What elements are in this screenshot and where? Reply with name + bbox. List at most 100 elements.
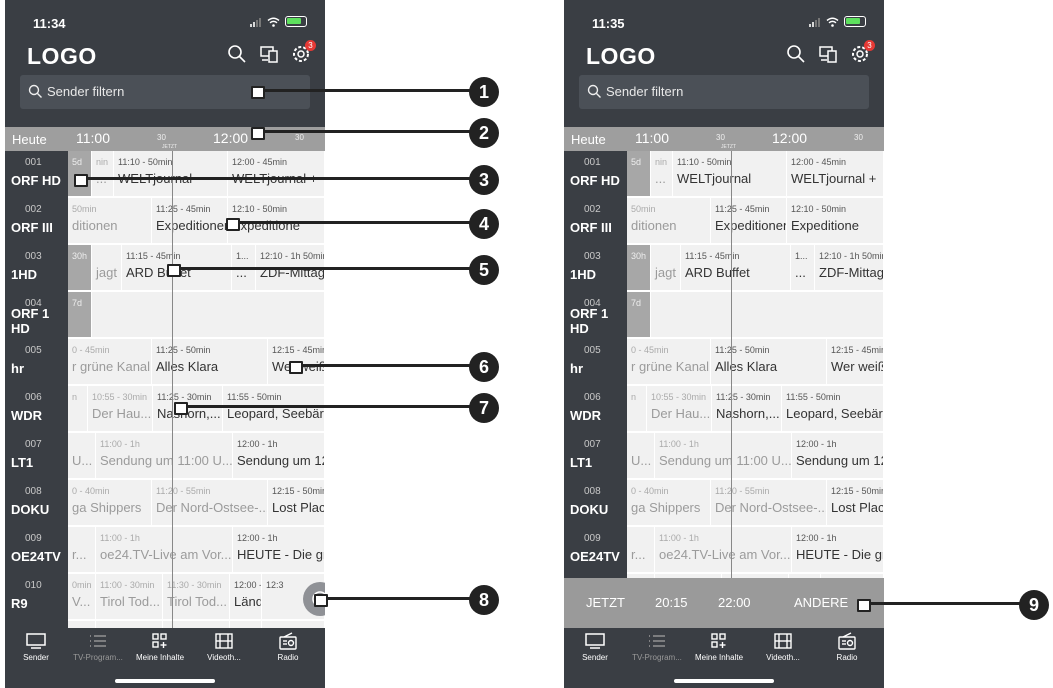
tab-meine-inhalte[interactable]: Meine Inhalte xyxy=(129,632,191,662)
program-cell[interactable]: 11:15 - 45min ARD Buffet xyxy=(681,245,791,291)
channel-item[interactable]: 010R9 xyxy=(5,574,68,621)
channel-item[interactable]: 009 OE24TV xyxy=(5,527,68,574)
tab-meine-inhalte[interactable]: Meine Inhalte xyxy=(688,632,750,662)
program-cell[interactable]: 11:30 - 30min xyxy=(163,621,230,628)
program-cell[interactable]: n xyxy=(627,386,647,432)
channel-item[interactable]: 005 hr xyxy=(5,339,68,386)
program-cell[interactable]: 0min V... xyxy=(68,574,96,620)
settings-gear-icon[interactable]: 3 xyxy=(291,40,316,64)
channel-item[interactable]: 004 ORF 1 HD xyxy=(5,292,68,339)
program-cell[interactable]: 11:00 - 30min xyxy=(96,621,163,628)
day-label-right[interactable]: Heute xyxy=(571,132,606,147)
channel-filter-input-right[interactable]: Sender filtern xyxy=(579,75,869,109)
program-cell[interactable]: 0 - 40min ga Shippers xyxy=(68,480,152,526)
quick-2200-button[interactable]: 22:00 xyxy=(718,595,751,610)
program-cell[interactable]: U... xyxy=(68,433,96,479)
program-cell[interactable]: 0 - 45min r grüne Kanal xyxy=(627,339,711,385)
settings-gear-icon[interactable]: 3 xyxy=(850,40,875,64)
program-cell[interactable]: 12:10 - 1h 50min ZDF-Mittag xyxy=(815,245,884,291)
program-cell[interactable]: r... xyxy=(627,527,655,573)
channel-item[interactable]: 001 ORF HD xyxy=(5,151,68,198)
program-cell[interactable]: 12:00 - 1h Sendung um 12 xyxy=(233,433,325,479)
program-cell[interactable]: 12:15 - 45min Wer weiß xyxy=(827,339,884,385)
program-cell[interactable]: 12:00 - 2... xyxy=(230,621,262,628)
program-cell[interactable]: 11:00 - 1h Sendung um 11:00 U... xyxy=(96,433,233,479)
program-cell[interactable] xyxy=(92,292,325,338)
channel-item[interactable]: 009 OE24TV xyxy=(564,527,627,574)
program-cell[interactable]: n xyxy=(68,386,88,432)
program-cell[interactable]: 12:15 - 50min Lost Place xyxy=(268,480,325,526)
tab-radio[interactable]: Radio xyxy=(257,632,319,662)
channel-item[interactable]: 007 LT1 xyxy=(564,433,627,480)
tab-radio[interactable]: Radio xyxy=(816,632,878,662)
program-cell[interactable]: 12:00 - 45minWELTjournal + xyxy=(228,151,325,197)
channel-item[interactable]: 004 ORF 1 HD xyxy=(564,292,627,339)
program-cell[interactable]: 11:30 - 30min Tirol Tod... xyxy=(163,574,230,620)
tab-videothek[interactable]: Videoth... xyxy=(193,632,255,662)
search-icon[interactable] xyxy=(227,44,247,64)
program-cell[interactable]: 11:55 - 50min Leopard, Seebär... xyxy=(223,386,325,432)
tab-sender[interactable]: Sender xyxy=(5,632,67,662)
program-cell[interactable]: 10:55 - 30min Der Hau... xyxy=(647,386,712,432)
epg-grid-right[interactable]: 001 ORF HD 002 ORF III 003 1HD 004 ORF 1 HD 005 h… xyxy=(564,151,884,628)
program-cell[interactable]: 11:00 - 1h Sendung um 11:00 U... xyxy=(655,433,792,479)
channel-item[interactable]: 011 xyxy=(5,621,68,628)
channel-filter-input[interactable]: Sender filtern xyxy=(20,75,310,109)
quick-andere-button[interactable]: ANDERE xyxy=(794,595,848,610)
devices-icon[interactable] xyxy=(259,44,279,64)
program-cell[interactable]: 11:25 - 45min Expeditionen xyxy=(711,198,787,244)
channel-item[interactable]: 002 ORF III xyxy=(5,198,68,245)
program-cell[interactable]: U... xyxy=(627,433,655,479)
program-cell[interactable]: 7d xyxy=(68,292,92,338)
program-cell[interactable]: 12:00 - 1h Sendung um 12 xyxy=(792,433,884,479)
program-cell[interactable]: 12:00 - 30 Ländle xyxy=(230,574,262,620)
program-cell[interactable]: 7d xyxy=(627,292,651,338)
program-cell[interactable]: 11:25 - 45min Expeditionen xyxy=(152,198,228,244)
program-cell[interactable]: 1...... xyxy=(791,245,815,291)
program-cell[interactable]: 30h xyxy=(627,245,651,291)
program-cell[interactable]: 50min ditionen xyxy=(627,198,711,244)
channel-item[interactable]: 006 WDR xyxy=(5,386,68,433)
program-cell[interactable]: 0 - 40min ga Shippers xyxy=(627,480,711,526)
time-ruler-right[interactable]: Heute 11:00 30 JETZT 12:00 30 xyxy=(564,127,884,151)
quick-jetzt-button[interactable]: JETZT xyxy=(586,595,625,610)
channel-item[interactable]: 001 ORF HD xyxy=(564,151,627,198)
program-cell[interactable]: 12:00 - 1h HEUTE - Die gr xyxy=(233,527,325,573)
program-cell[interactable]: jagt xyxy=(92,245,122,291)
channel-item[interactable]: 006 WDR xyxy=(564,386,627,433)
program-cell[interactable]: 12:15 - 50min Lost Place xyxy=(827,480,884,526)
program-cell[interactable]: nin... xyxy=(92,151,114,197)
program-cell[interactable]: 12:25 xyxy=(262,621,325,628)
day-label[interactable]: Heute xyxy=(12,132,47,147)
program-cell[interactable]: 12:10 - 50min Expeditione xyxy=(787,198,884,244)
channel-item[interactable]: 005 hr xyxy=(564,339,627,386)
program-cell[interactable]: 11:20 - 55min Der Nord-Ostsee-... xyxy=(152,480,268,526)
program-cell[interactable]: 5d xyxy=(627,151,651,197)
program-cell[interactable]: 11:25 - 30min Nashorn,... xyxy=(712,386,782,432)
program-cell[interactable]: r... xyxy=(68,527,96,573)
channel-item[interactable]: 003 1HD xyxy=(5,245,68,292)
program-cell[interactable]: 11:25 - 50min Alles Klara xyxy=(152,339,268,385)
program-cell[interactable]: 0 - 45min r grüne Kanal xyxy=(68,339,152,385)
program-cell[interactable]: 11:00 - 1h oe24.TV-Live am Vor... xyxy=(96,527,233,573)
program-cell[interactable] xyxy=(651,292,884,338)
program-cell[interactable]: 30h xyxy=(68,245,92,291)
program-cell[interactable]: 11:00 - 1h oe24.TV-Live am Vor... xyxy=(655,527,792,573)
tab-sender[interactable]: Sender xyxy=(564,632,626,662)
search-icon[interactable] xyxy=(786,44,806,64)
program-cell[interactable]: 11:20 - 55min Der Nord-Ostsee-... xyxy=(711,480,827,526)
tab-tv-program[interactable]: TV-Program... xyxy=(626,632,688,662)
program-cell[interactable]: 11:00 - 30min Tirol Tod... xyxy=(96,574,163,620)
program-cell[interactable]: 10:55 - 30min Der Hau... xyxy=(88,386,153,432)
tab-tv-program[interactable]: TV-Program... xyxy=(67,632,129,662)
channel-item[interactable]: 002 ORF III xyxy=(564,198,627,245)
quick-2015-button[interactable]: 20:15 xyxy=(655,595,688,610)
program-cell[interactable]: 11:25 - 50min Alles Klara xyxy=(711,339,827,385)
program-cell[interactable]: 11:25 - 30min Nashorn,... xyxy=(153,386,223,432)
program-cell[interactable]: 11:55 - 50min Leopard, Seebär... xyxy=(782,386,884,432)
channel-item[interactable]: 008 DOKU xyxy=(564,480,627,527)
channel-item[interactable]: 007 LT1 xyxy=(5,433,68,480)
program-cell[interactable]: jagt xyxy=(651,245,681,291)
channel-item[interactable]: 008 DOKU xyxy=(5,480,68,527)
channel-item[interactable]: 003 1HD xyxy=(564,245,627,292)
